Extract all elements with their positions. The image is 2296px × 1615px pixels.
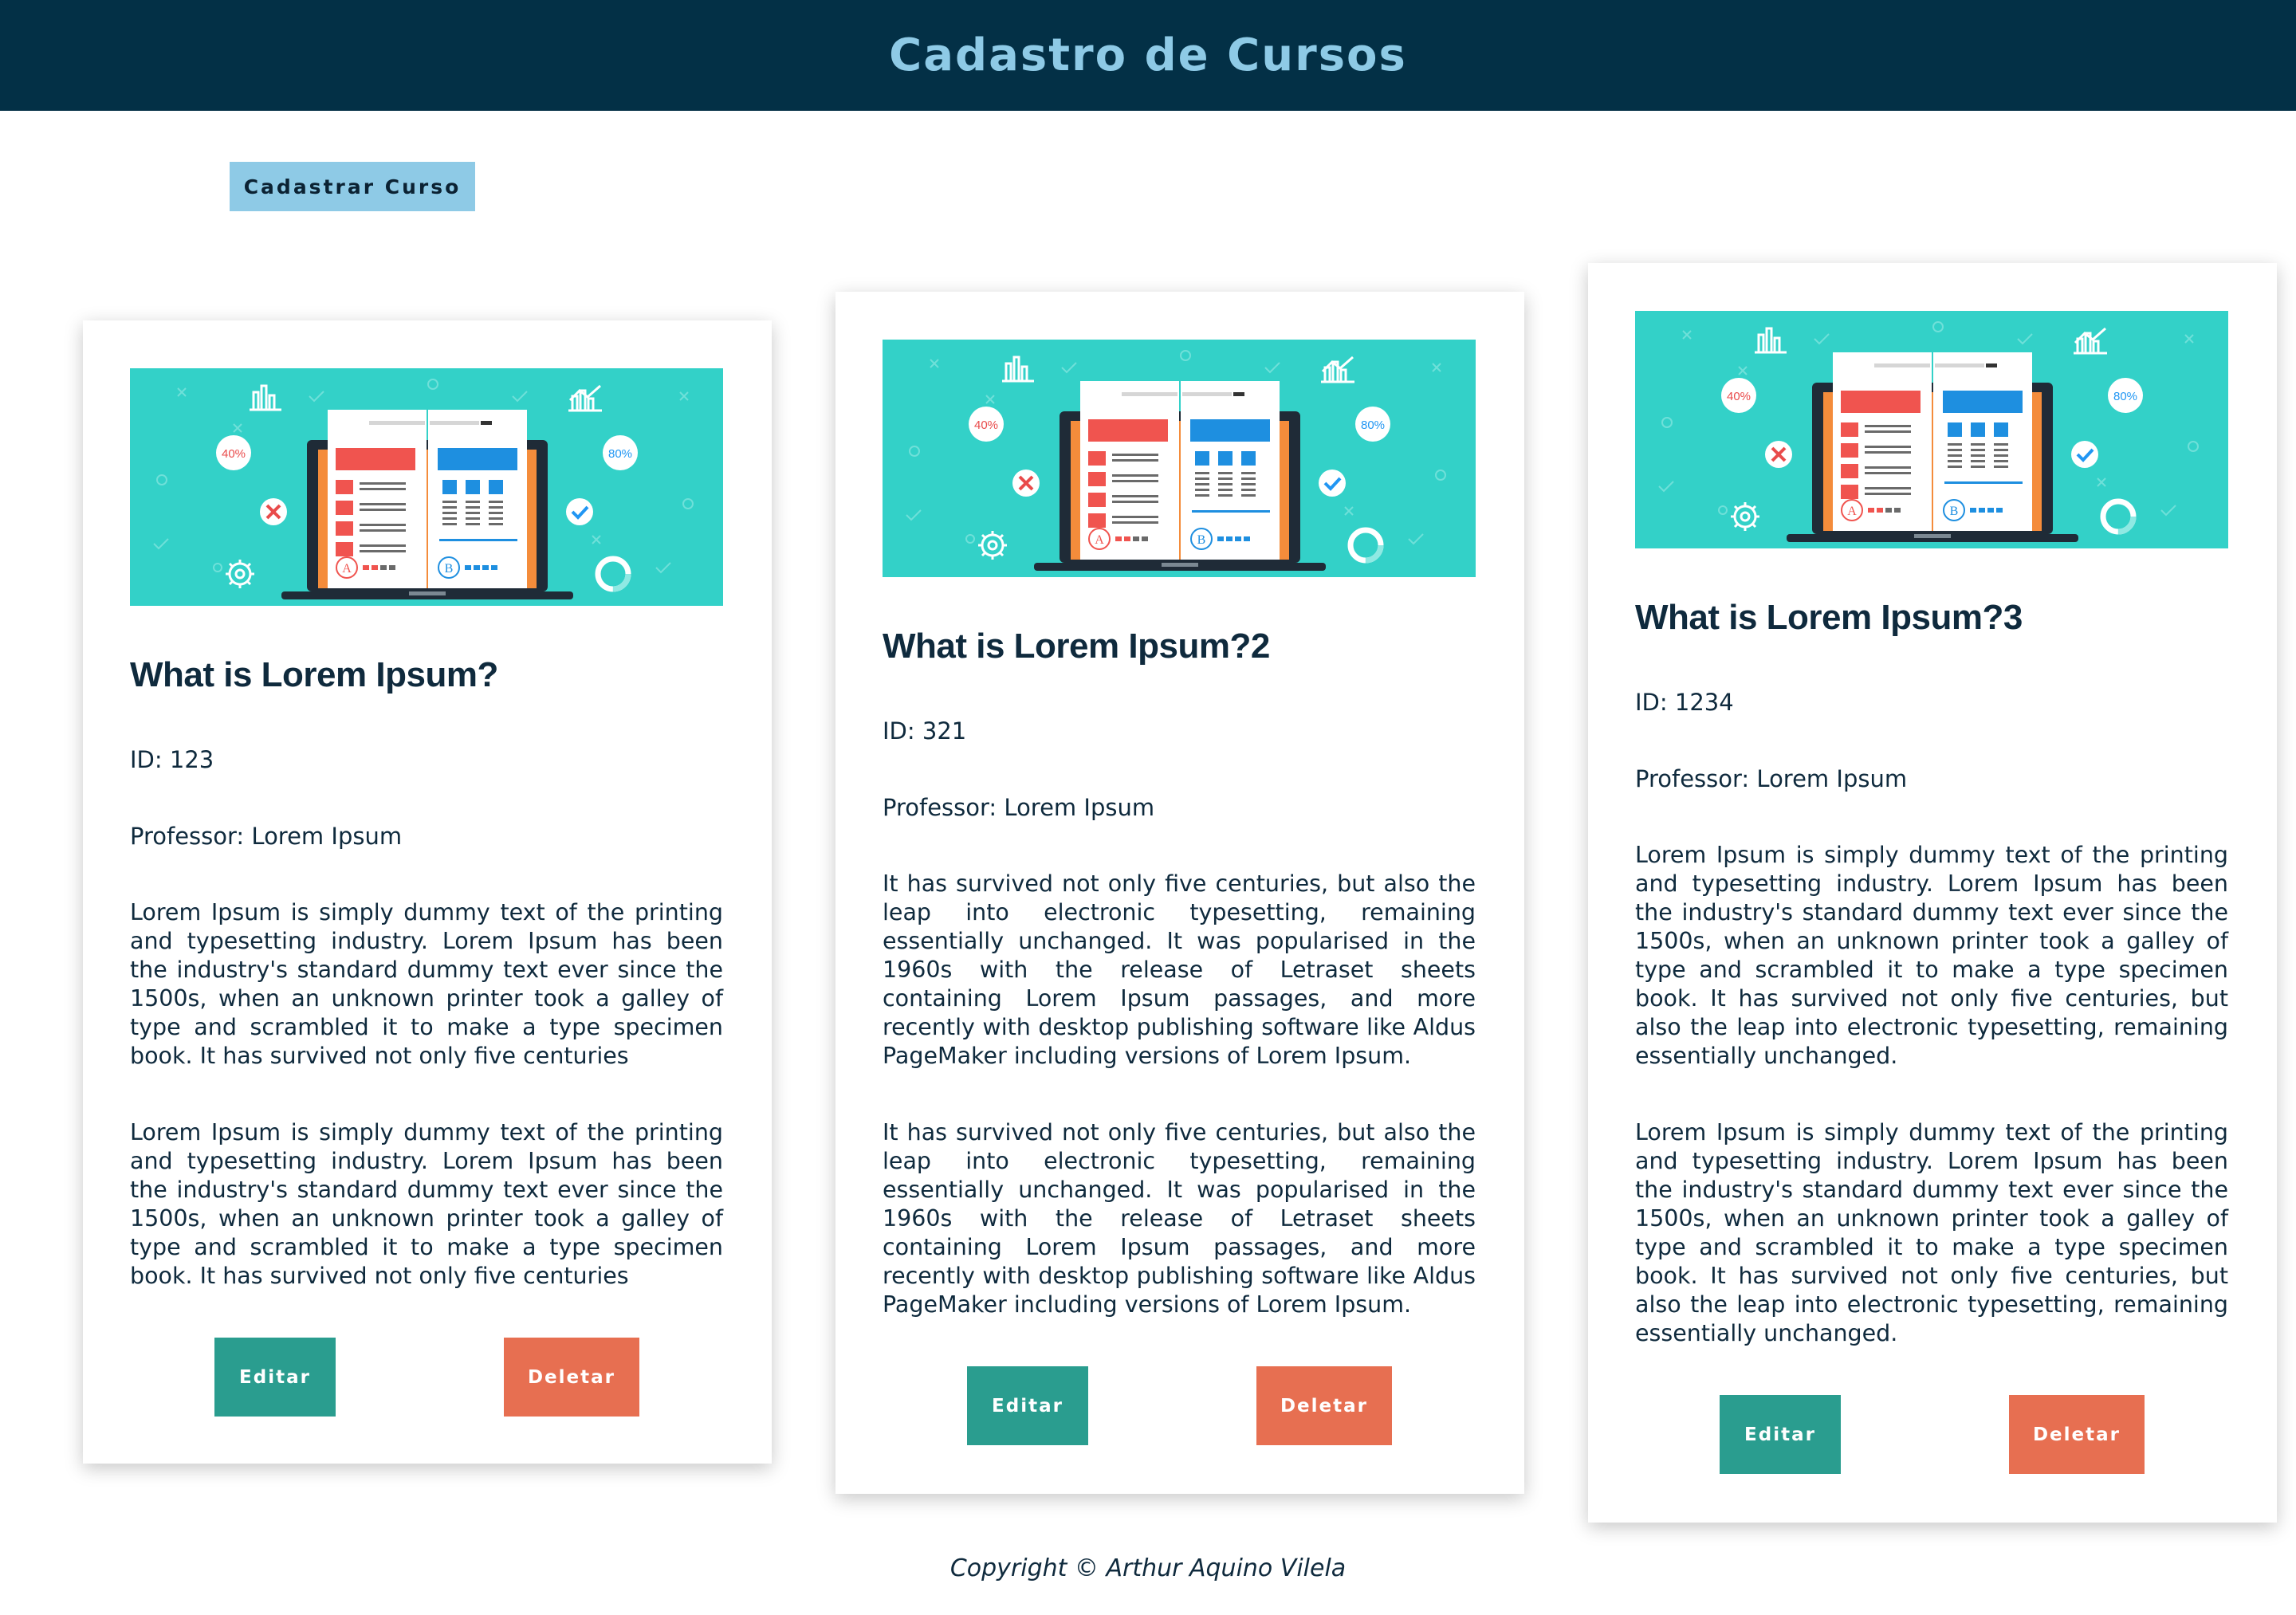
course-id: ID: 123: [130, 746, 214, 773]
course-description-1: Lorem Ipsum is simply dummy text of the …: [130, 899, 723, 1069]
course-professor: Professor: Lorem Ipsum: [883, 794, 1155, 821]
course-banner-image: [130, 368, 723, 606]
register-course-button[interactable]: Cadastrar Curso: [230, 162, 475, 211]
course-professor: Professor: Lorem Ipsum: [130, 823, 403, 850]
edit-course-button[interactable]: Editar: [214, 1338, 336, 1417]
course-description-1: It has survived not only five centuries,…: [883, 870, 1476, 1069]
course-description-2: It has survived not only five centuries,…: [883, 1119, 1476, 1318]
page-title: Cadastro de Cursos: [889, 29, 1407, 81]
course-professor: Professor: Lorem Ipsum: [1635, 765, 1908, 792]
delete-course-button[interactable]: Deletar: [1256, 1366, 1392, 1445]
course-card: What is Lorem Ipsum? ID: 123 Professor: …: [83, 320, 772, 1464]
copyright-footer: Copyright © Arthur Aquino Vilela: [949, 1554, 1347, 1582]
delete-course-button[interactable]: Deletar: [2009, 1395, 2145, 1474]
edit-course-button[interactable]: Editar: [1720, 1395, 1841, 1474]
course-banner-image: [883, 340, 1476, 577]
course-card: What is Lorem Ipsum?2 ID: 321 Professor:…: [835, 292, 1524, 1494]
course-title: What is Lorem Ipsum?3: [1635, 598, 2023, 637]
course-banner-image: [1635, 311, 2228, 548]
course-card: What is Lorem Ipsum?3 ID: 1234 Professor…: [1588, 263, 2277, 1523]
delete-course-button[interactable]: Deletar: [504, 1338, 639, 1417]
app-header: Cadastro de Cursos: [0, 0, 2296, 111]
course-title: What is Lorem Ipsum?2: [883, 627, 1270, 666]
course-description-2: Lorem Ipsum is simply dummy text of the …: [130, 1119, 723, 1289]
course-description-2: Lorem Ipsum is simply dummy text of the …: [1635, 1119, 2228, 1346]
course-id: ID: 1234: [1635, 689, 1734, 716]
course-description-1: Lorem Ipsum is simply dummy text of the …: [1635, 842, 2228, 1069]
edit-course-button[interactable]: Editar: [967, 1366, 1088, 1445]
course-title: What is Lorem Ipsum?: [130, 655, 498, 694]
course-id: ID: 321: [883, 717, 967, 745]
